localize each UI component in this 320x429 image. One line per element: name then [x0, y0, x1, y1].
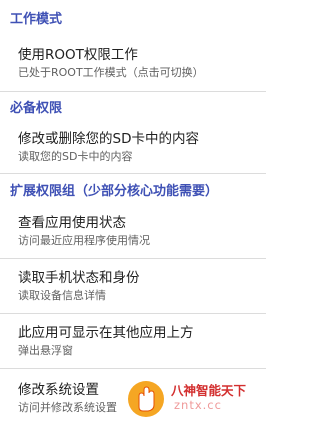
pref-summary: 访问并修改系统设置 [18, 401, 117, 414]
section-header-extended-permissions: 扩展权限组（少部分核心功能需要） [10, 184, 219, 199]
hand-logo-icon [128, 381, 164, 417]
watermark-domain: zntx.cc [174, 398, 222, 412]
pref-summary: 弹出悬浮窗 [18, 344, 73, 357]
section-header-work-mode: 工作模式 [10, 12, 63, 27]
pref-summary: 已处于ROOT工作模式（点击可切换） [18, 66, 204, 79]
pref-item-overlay[interactable]: 此应用可显示在其他应用上方 弹出悬浮窗 [0, 315, 266, 365]
pref-summary: 读取设备信息详情 [18, 289, 106, 302]
pref-title: 此应用可显示在其他应用上方 [18, 325, 194, 341]
pref-title: 读取手机状态和身份 [18, 270, 140, 286]
divider [0, 258, 266, 259]
pref-title: 修改或删除您的SD卡中的内容 [18, 131, 199, 147]
pref-item-use-root[interactable]: 使用ROOT权限工作 已处于ROOT工作模式（点击可切换） [0, 38, 266, 88]
pref-title: 使用ROOT权限工作 [18, 47, 138, 63]
watermark: 八神智能天下 zntx.cc [124, 376, 266, 422]
divider [0, 173, 266, 174]
pref-title: 查看应用使用状态 [18, 215, 126, 231]
pref-item-phone-state[interactable]: 读取手机状态和身份 读取设备信息详情 [0, 260, 266, 310]
divider [0, 313, 266, 314]
pref-summary: 读取您的SD卡中的内容 [18, 150, 133, 163]
pref-item-sd-card[interactable]: 修改或删除您的SD卡中的内容 读取您的SD卡中的内容 [0, 122, 266, 170]
divider [0, 91, 266, 92]
watermark-text: 八神智能天下 [171, 383, 247, 398]
section-header-required-permissions: 必备权限 [10, 101, 63, 116]
pref-item-usage-stats[interactable]: 查看应用使用状态 访问最近应用程序使用情况 [0, 206, 266, 256]
pref-title: 修改系统设置 [18, 382, 99, 398]
pref-summary: 访问最近应用程序使用情况 [18, 234, 150, 247]
divider [0, 368, 266, 369]
